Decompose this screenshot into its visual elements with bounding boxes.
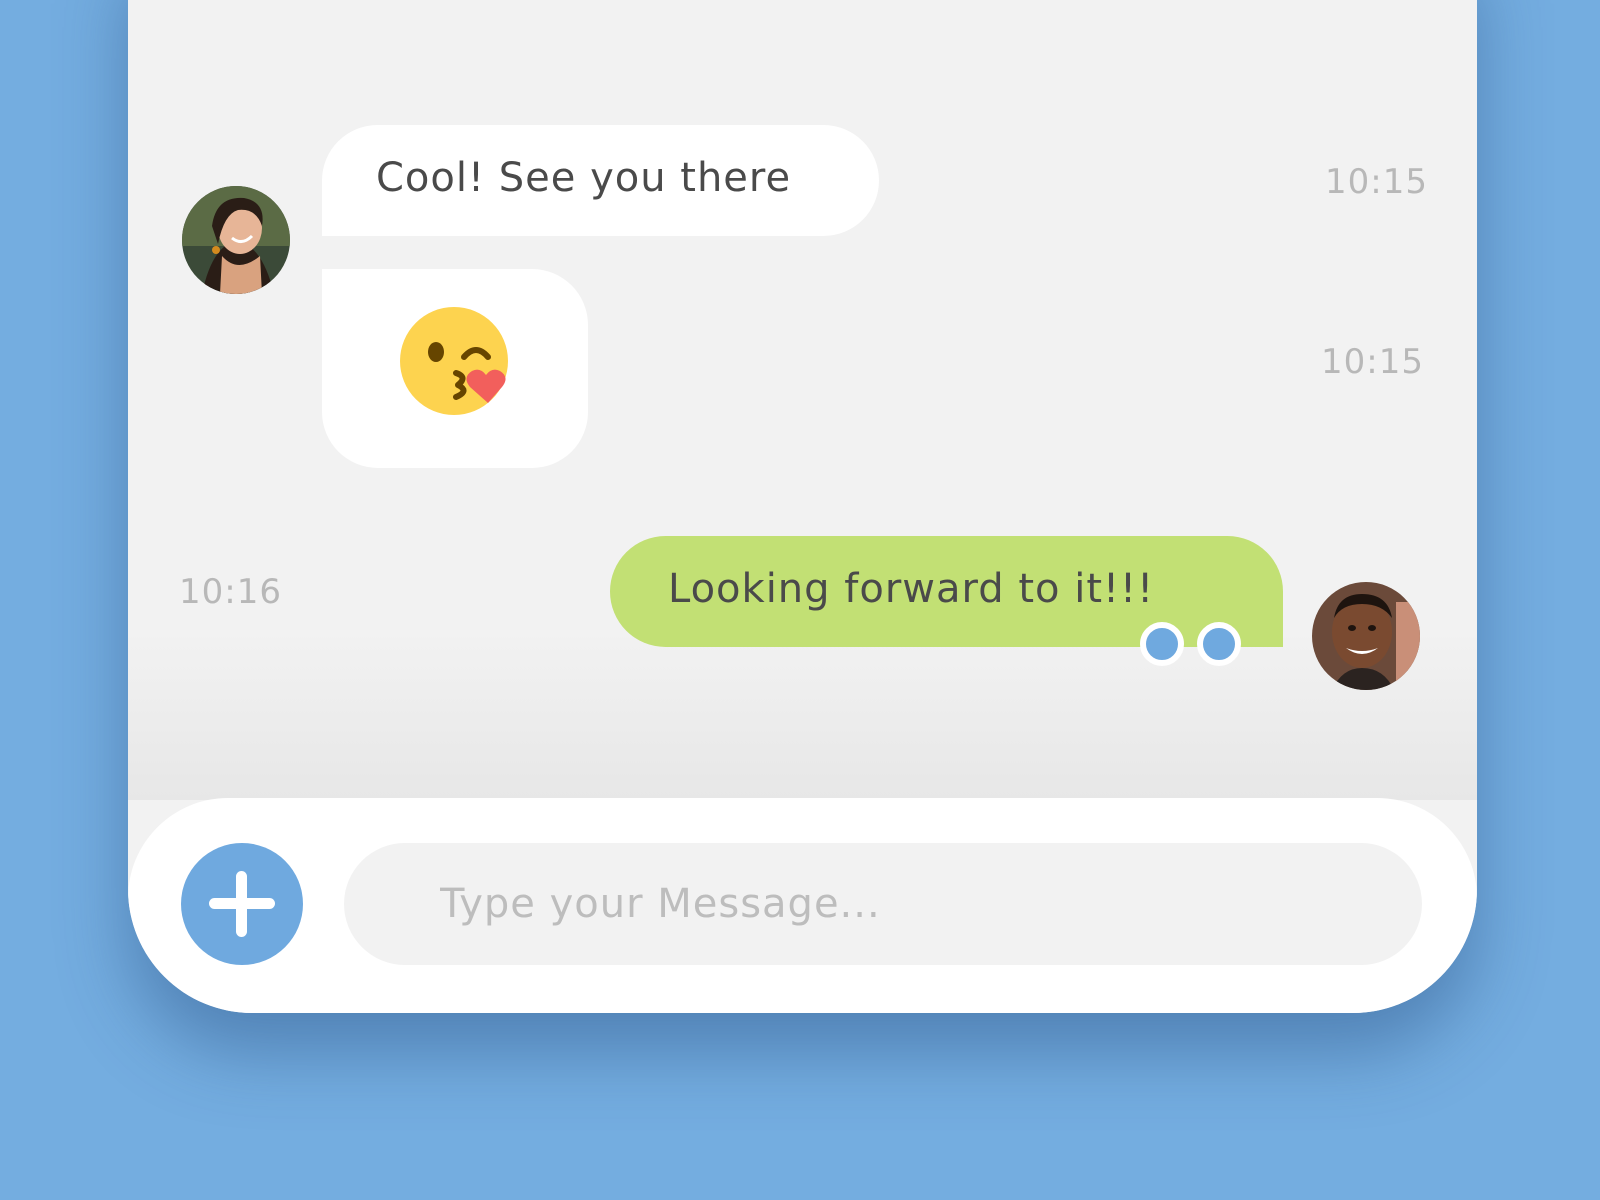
chat-window: Cool! See you there 10:15 10:15 10:16 Lo…: [128, 0, 1477, 1013]
user-avatar-photo: [1312, 582, 1420, 690]
message-timestamp: 10:15: [1325, 162, 1428, 202]
read-receipt-dot: [1197, 622, 1241, 666]
message-text: Cool! See you there: [376, 155, 792, 201]
add-attachment-button[interactable]: [181, 843, 303, 965]
received-emoji-bubble[interactable]: [322, 269, 588, 468]
contact-avatar[interactable]: [182, 186, 290, 294]
received-message-bubble[interactable]: Cool! See you there: [322, 125, 879, 236]
plus-icon: [209, 871, 275, 937]
message-text: Looking forward to it!!!: [668, 566, 1155, 612]
read-receipt-dot: [1140, 622, 1184, 666]
contact-avatar-photo: [182, 186, 290, 294]
message-list[interactable]: Cool! See you there 10:15 10:15 10:16 Lo…: [128, 0, 1477, 800]
kissing-heart-emoji: [400, 307, 508, 415]
message-composer: [128, 798, 1477, 1013]
message-input[interactable]: [344, 843, 1422, 965]
message-timestamp: 10:16: [179, 572, 282, 612]
user-avatar[interactable]: [1312, 582, 1420, 690]
sent-message-bubble[interactable]: Looking forward to it!!!: [610, 536, 1283, 666]
message-timestamp: 10:15: [1321, 342, 1424, 382]
